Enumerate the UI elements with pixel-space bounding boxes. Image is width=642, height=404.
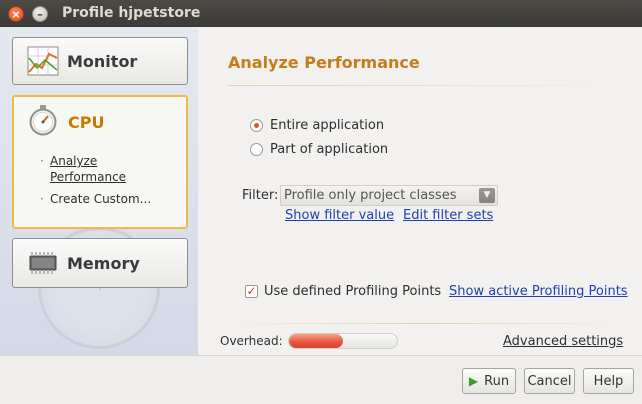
cancel-label: Cancel	[527, 373, 572, 389]
help-label: Help	[593, 373, 624, 389]
radio-part-label: Part of application	[270, 142, 389, 157]
use-profiling-points-option[interactable]: ✓ Use defined Profiling Points	[245, 284, 441, 299]
cpu-link-analyze-performance[interactable]: · Analyze Performance	[40, 153, 186, 185]
monitor-label: Monitor	[67, 51, 138, 71]
filter-label: Filter:	[242, 188, 279, 203]
cpu-task-list: · Analyze Performance · Create Custom...	[14, 153, 186, 207]
cpu-link-create-custom[interactable]: · Create Custom...	[40, 191, 186, 207]
memory-button[interactable]: Memory	[12, 238, 188, 288]
radio-part-of-application[interactable]: Part of application	[250, 142, 388, 157]
play-icon: ▶	[468, 374, 479, 388]
overhead-meter-fill	[289, 334, 343, 348]
radio-button-checked[interactable]	[250, 119, 263, 132]
cancel-button[interactable]: Cancel	[524, 368, 575, 394]
radio-entire-application[interactable]: Entire application	[250, 118, 384, 133]
run-label: Run	[484, 373, 510, 389]
close-icon: ×	[11, 7, 21, 21]
dialog-footer: ▶ Run Cancel Help	[0, 355, 642, 404]
cpu-header[interactable]: CPU	[14, 97, 186, 147]
monitor-chart-icon	[27, 46, 59, 76]
memory-label: Memory	[67, 253, 140, 273]
create-custom-link[interactable]: Create Custom...	[50, 191, 151, 207]
edit-filter-sets-link[interactable]: Edit filter sets	[403, 208, 493, 223]
cpu-panel: CPU · Analyze Performance · Create Custo…	[12, 95, 188, 229]
overhead-meter	[288, 333, 398, 349]
memory-chip-icon	[27, 248, 59, 278]
use-profiling-points-checkbox[interactable]: ✓	[245, 285, 258, 298]
help-button[interactable]: Help	[583, 368, 634, 394]
filter-selected-value: Profile only project classes	[284, 188, 457, 203]
radio-button-unchecked[interactable]	[250, 143, 263, 156]
bullet-icon: ·	[40, 192, 44, 206]
chevron-down-icon: ▼	[479, 188, 495, 203]
minimize-icon: –	[37, 7, 43, 21]
overhead-label: Overhead:	[220, 334, 283, 348]
show-active-profiling-points-link[interactable]: Show active Profiling Points	[449, 284, 628, 299]
title-divider	[228, 85, 622, 86]
monitor-button[interactable]: Monitor	[12, 37, 188, 85]
analyze-performance-link[interactable]: Analyze Performance	[50, 153, 150, 185]
page-title: Analyze Performance	[228, 53, 420, 72]
title-bar: × – Profile hjpetstore	[0, 0, 642, 27]
stopwatch-icon	[28, 104, 58, 140]
bottom-divider	[228, 323, 622, 324]
close-window-button[interactable]: ×	[8, 6, 24, 22]
advanced-settings-link[interactable]: Advanced settings	[503, 334, 623, 349]
cpu-label: CPU	[68, 112, 105, 132]
bullet-icon: ·	[40, 154, 44, 168]
minimize-window-button[interactable]: –	[32, 6, 48, 22]
show-filter-value-link[interactable]: Show filter value	[285, 208, 394, 223]
run-button[interactable]: ▶ Run	[462, 368, 516, 394]
use-profiling-points-label: Use defined Profiling Points	[264, 284, 442, 299]
main-panel: Analyze Performance Entire application P…	[198, 27, 642, 355]
filter-dropdown[interactable]: Profile only project classes ▼	[280, 185, 498, 206]
window-title: Profile hjpetstore	[62, 5, 201, 21]
radio-entire-label: Entire application	[270, 118, 385, 133]
sidebar: Monitor CPU · Analyze Performance · Crea…	[0, 27, 198, 355]
